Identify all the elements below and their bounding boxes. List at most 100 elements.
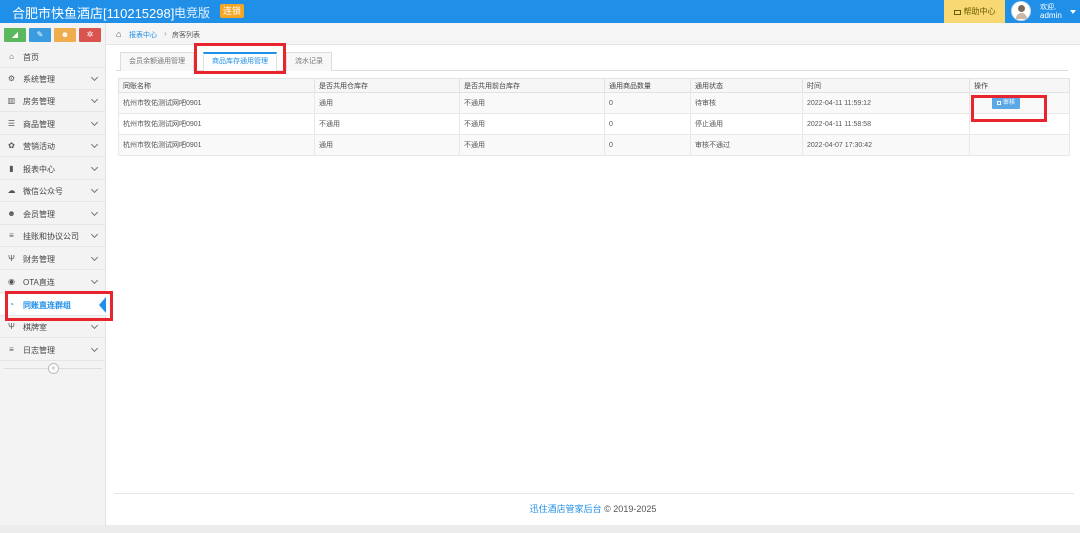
col-share-frontdesk: 是否共用前台库存: [459, 78, 605, 93]
sidebar-item-label: 财务管理: [23, 255, 55, 264]
user-menu[interactable]: 欢迎, admin: [1006, 0, 1080, 23]
home-icon[interactable]: ⌂: [116, 29, 121, 39]
cutlery-icon: Ψ: [8, 254, 15, 263]
footer-divider: [114, 493, 1074, 494]
group-table: 同账名称 是否共用仓库存 是否共用前台库存 通用商品数量 通用状态 时间 操作 …: [118, 78, 1070, 156]
chevron-down-icon: [90, 344, 99, 353]
sidebar-item-home[interactable]: ⌂ 首页: [0, 46, 106, 68]
col-action: 操作: [969, 78, 1070, 93]
tab-flow-records[interactable]: 流水记录: [286, 52, 332, 71]
tab-goods-stock[interactable]: 商品库存通用管理: [203, 52, 277, 72]
audit-label: 审核: [1002, 100, 1015, 106]
sidebar-item-goods[interactable]: ☰ 商品管理: [0, 113, 106, 135]
sidebar-item-wechat[interactable]: ☁ 微信公众号: [0, 180, 106, 202]
active-indicator: [99, 297, 106, 313]
footer-copyright: © 2019-2025: [604, 504, 657, 514]
caret-down-icon: [1070, 10, 1076, 14]
help-center-label: 帮助中心: [963, 7, 996, 16]
sidebar-item-credit[interactable]: ≡ 挂账和协议公司: [0, 225, 106, 247]
cell-action: [969, 134, 1070, 156]
chevron-down-icon: [90, 321, 99, 330]
col-time: 时间: [802, 78, 970, 93]
shortcut-settings-icon[interactable]: ✲: [79, 28, 101, 42]
sidebar-item-label: 营销活动: [23, 142, 55, 151]
sidebar-item-rooms[interactable]: ▥ 房务管理: [0, 90, 106, 112]
cell-goods-count: 0: [604, 134, 691, 156]
cell-time: 2022-04-07 17:30:42: [802, 134, 970, 156]
cell-action: 审核: [969, 92, 1070, 114]
sidebar-item-label: 商品管理: [23, 120, 55, 129]
cell-goods-count: 0: [604, 113, 691, 135]
chevron-down-icon: [90, 185, 99, 194]
footer-brand[interactable]: 迅住酒店管家后台: [530, 504, 602, 514]
audit-button[interactable]: 审核: [992, 97, 1020, 109]
sidebar-item-label: 首页: [23, 53, 39, 62]
sidebar-item-label: OTA直连: [23, 278, 55, 287]
cell-status: 待审核: [690, 92, 803, 114]
sidebar-item-label: 同账直连群组: [23, 301, 71, 310]
cell-share-warehouse: 通用: [314, 134, 460, 156]
sidebar-item-label: 报表中心: [23, 165, 55, 174]
sidebar-item-system[interactable]: ⚙ 系统管理: [0, 68, 106, 90]
cell-time: 2022-04-11 11:58:58: [802, 113, 970, 135]
sidebar-item-label: 日志管理: [23, 346, 55, 355]
users-icon: ☻: [7, 209, 16, 218]
cell-name: 杭州市牧佑测试网吧0901: [118, 134, 315, 156]
table-row: 杭州市牧佑测试网吧0901 通用 不通用 0 待审核 2022-04-11 11…: [118, 92, 1070, 114]
shortcut-edit-icon[interactable]: ✎: [29, 28, 51, 42]
footer: 迅住酒店管家后台 © 2019-2025: [106, 502, 1080, 516]
edit-icon: [996, 101, 1001, 105]
bar-chart-icon: ▮: [9, 164, 14, 173]
cloud-icon: ☁: [7, 186, 16, 195]
cell-status: 停止通用: [690, 113, 803, 135]
breadcrumb-current: 房客列表: [172, 32, 200, 39]
breadcrumb-reports[interactable]: 报表中心: [129, 30, 157, 40]
eye-icon: ◉: [8, 277, 15, 286]
sidebar-item-reports[interactable]: ▮ 报表中心: [0, 158, 106, 180]
sidebar-item-chess[interactable]: Ψ 棋牌室: [0, 316, 106, 338]
cell-share-frontdesk: 不通用: [459, 113, 605, 135]
tab-member-balance[interactable]: 会员余额通用管理: [120, 52, 194, 71]
home-icon: ⌂: [9, 52, 14, 61]
top-header: 合肥市快鱼酒店[110215298] 电竞版 连锁 帮助中心 欢迎, admin: [0, 0, 1080, 23]
cell-time: 2022-04-11 11:59:12: [802, 92, 970, 114]
breadcrumb: ⌂ 报表中心 › 房客列表: [106, 23, 1080, 45]
main-content: 会员余额通用管理 商品库存通用管理 流水记录 同账名称 是否共用仓库存 是否共用…: [106, 45, 1080, 533]
chevron-down-icon: [90, 230, 99, 239]
shortcut-chart-icon[interactable]: ◢: [4, 28, 26, 42]
gift-icon: ✿: [8, 141, 15, 150]
cell-share-warehouse: 通用: [314, 92, 460, 114]
cell-share-frontdesk: 不通用: [459, 134, 605, 156]
help-center-button[interactable]: 帮助中心: [944, 0, 1005, 23]
collapse-sidebar-button[interactable]: «: [48, 363, 59, 374]
cell-share-warehouse: 不通用: [314, 113, 460, 135]
breadcrumb-separator: ›: [164, 29, 167, 38]
sidebar-item-label: 会员管理: [23, 210, 55, 219]
chevron-down-icon: [90, 140, 99, 149]
table-header-row: 同账名称 是否共用仓库存 是否共用前台库存 通用商品数量 通用状态 时间 操作: [118, 78, 1070, 93]
sidebar-item-marketing[interactable]: ✿ 营销活动: [0, 135, 106, 157]
cell-goods-count: 0: [604, 92, 691, 114]
list-icon: ≡: [9, 345, 14, 354]
col-share-warehouse: 是否共用仓库存: [314, 78, 460, 93]
col-goods-count: 通用商品数量: [604, 78, 691, 93]
database-icon: ☰: [7, 119, 16, 128]
chevron-down-icon: [90, 163, 99, 172]
sidebar-item-group[interactable]: ◔ 同账直连群组: [0, 294, 106, 316]
sidebar-item-finance[interactable]: Ψ 财务管理: [0, 248, 106, 270]
chain-badge: 连锁: [220, 4, 245, 18]
pie-chart-icon: ◔: [9, 300, 14, 309]
bottom-scrollbar[interactable]: [0, 525, 1080, 533]
sidebar-item-members[interactable]: ☻ 会员管理: [0, 203, 106, 225]
shortcut-users-icon[interactable]: ☻: [54, 28, 76, 42]
sidebar-item-logs[interactable]: ≡ 日志管理: [0, 339, 106, 361]
chevron-down-icon: [90, 73, 99, 82]
sidebar-item-ota[interactable]: ◉ OTA直连: [0, 271, 106, 293]
chevron-down-icon: [90, 95, 99, 104]
chevron-down-icon: [90, 253, 99, 262]
list-icon: ≡: [9, 231, 14, 240]
chevron-down-icon: [90, 118, 99, 127]
sidebar: ◢ ✎ ☻ ✲ ⌂ 首页 ⚙ 系统管理 ▥ 房务管理 ☰ 商品管理 ✿ 营销活动…: [0, 23, 106, 533]
table-row: 杭州市牧佑测试网吧0901 不通用 不通用 0 停止通用 2022-04-11 …: [118, 113, 1070, 135]
sidebar-item-label: 挂账和协议公司: [23, 232, 79, 241]
